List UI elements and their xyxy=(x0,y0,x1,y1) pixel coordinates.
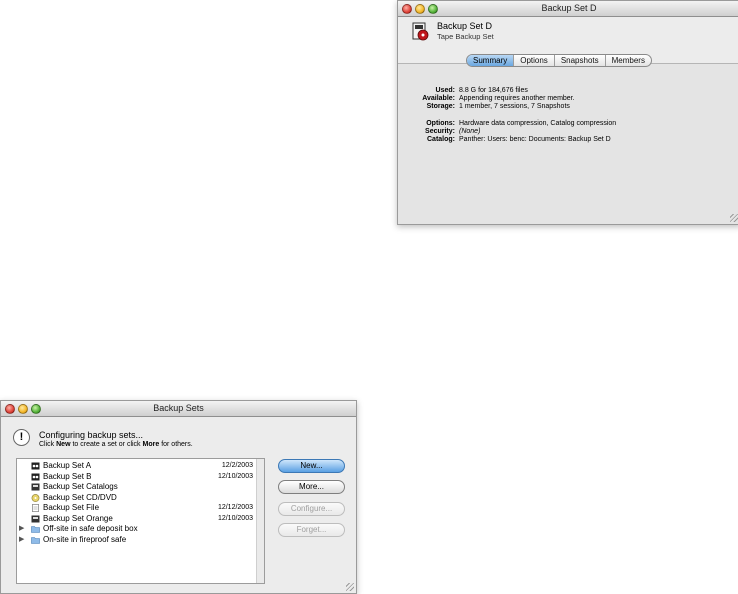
close-button[interactable] xyxy=(5,404,15,414)
minimize-button[interactable] xyxy=(18,404,28,414)
disc-icon xyxy=(31,493,40,502)
list-item[interactable]: ▶ On-site in fireproof safe xyxy=(19,535,255,545)
backup-set-d-window: Backup Set D Backup Set D Tape Backup Se… xyxy=(397,0,738,225)
item-name: Backup Set Catalogs xyxy=(43,482,118,491)
drive-icon xyxy=(31,515,40,522)
drive-icon xyxy=(31,483,40,491)
item-date: 12/10/2003 xyxy=(217,514,253,522)
set-type: Tape Backup Set xyxy=(437,32,494,41)
folder-icon xyxy=(31,526,40,533)
storage-value: 1 member, 7 sessions, 7 Snapshots xyxy=(459,103,570,110)
storage-label: Storage: xyxy=(426,103,455,110)
tab-snapshots[interactable]: Snapshots xyxy=(555,55,606,66)
instructions-text: Click xyxy=(39,441,57,448)
headline: Configuring backup sets... xyxy=(39,430,144,440)
item-date: 12/2/2003 xyxy=(221,462,253,469)
list-item[interactable]: Backup Set Orange 12/10/2003 xyxy=(19,514,255,524)
item-name: Off-site in safe deposit box xyxy=(43,524,138,533)
instructions: Click New to create a set or click More … xyxy=(39,441,193,448)
new-button[interactable]: New... xyxy=(278,459,345,473)
zoom-button[interactable] xyxy=(31,404,41,414)
available-value: Appending requires another member. xyxy=(459,95,575,102)
tab-bar: Summary Options Snapshots Members xyxy=(466,54,652,67)
disclosure-triangle-icon[interactable]: ▶ xyxy=(19,524,24,534)
security-label: Security: xyxy=(425,128,455,135)
instructions-more: More xyxy=(142,441,160,448)
item-date: 12/10/2003 xyxy=(217,472,253,480)
window-title: Backup Set D xyxy=(541,3,597,13)
options-value: Hardware data compression, Catalog compr… xyxy=(459,120,617,127)
used-value: 8.8 G for 184,676 files xyxy=(459,87,528,94)
tape-icon xyxy=(31,462,40,470)
item-date: 12/12/2003 xyxy=(217,504,253,511)
set-name: Backup Set D xyxy=(437,21,493,31)
list-item[interactable]: Backup Set File 12/12/2003 xyxy=(19,503,255,513)
tape-icon xyxy=(412,22,429,41)
resize-grip[interactable] xyxy=(346,583,354,591)
title-bar[interactable]: Backup Sets xyxy=(1,401,356,417)
used-label: Used: xyxy=(435,87,455,94)
backup-sets-window: Backup Sets ! Configuring backup sets...… xyxy=(0,400,357,594)
disclosure-triangle-icon[interactable]: ▶ xyxy=(19,535,24,545)
scrollbar[interactable] xyxy=(256,459,264,583)
forget-button[interactable]: Forget... xyxy=(278,523,345,537)
instructions-new: New xyxy=(56,441,71,448)
tab-options[interactable]: Options xyxy=(514,55,555,66)
minimize-button[interactable] xyxy=(415,4,425,14)
zoom-button[interactable] xyxy=(428,4,438,14)
options-label: Options: xyxy=(426,120,455,127)
window-controls xyxy=(5,404,41,414)
more-button[interactable]: More... xyxy=(278,480,345,494)
title-bar[interactable]: Backup Set D xyxy=(398,1,738,17)
configure-button[interactable]: Configure... xyxy=(278,502,345,516)
tab-members[interactable]: Members xyxy=(606,55,651,66)
item-name: Backup Set A xyxy=(43,461,92,470)
item-name: Backup Set Orange xyxy=(43,513,113,523)
window-title: Backup Sets xyxy=(153,403,204,413)
list-item[interactable]: Backup Set CD/DVD xyxy=(19,493,255,503)
instructions-text: to create a set or click xyxy=(70,441,143,448)
item-name: Backup Set B xyxy=(43,471,92,481)
list-item[interactable]: ▶ Off-site in safe deposit box xyxy=(19,524,255,534)
resize-grip[interactable] xyxy=(730,214,738,222)
item-name: On-site in fireproof safe xyxy=(43,534,127,544)
file-icon xyxy=(32,504,39,512)
list-item[interactable]: Backup Set A 12/2/2003 xyxy=(19,461,255,471)
catalog-label: Catalog: xyxy=(427,136,455,143)
close-button[interactable] xyxy=(402,4,412,14)
available-label: Available: xyxy=(422,95,455,102)
tab-summary[interactable]: Summary xyxy=(467,55,515,66)
item-name: Backup Set CD/DVD xyxy=(43,492,117,502)
window-controls xyxy=(402,4,438,14)
security-value: (None) xyxy=(459,128,481,135)
alert-icon: ! xyxy=(13,429,30,446)
item-name: Backup Set File xyxy=(43,503,100,512)
catalog-value: Panther: Users: benc: Documents: Backup … xyxy=(459,136,611,143)
tape-icon xyxy=(31,473,40,480)
backup-set-list[interactable]: Backup Set A 12/2/2003 Backup Set B 12/1… xyxy=(16,458,265,584)
folder-icon xyxy=(31,536,40,544)
list-item[interactable]: Backup Set Catalogs xyxy=(19,482,255,492)
instructions-text: for others. xyxy=(159,441,193,448)
list-item[interactable]: Backup Set B 12/10/2003 xyxy=(19,472,255,482)
